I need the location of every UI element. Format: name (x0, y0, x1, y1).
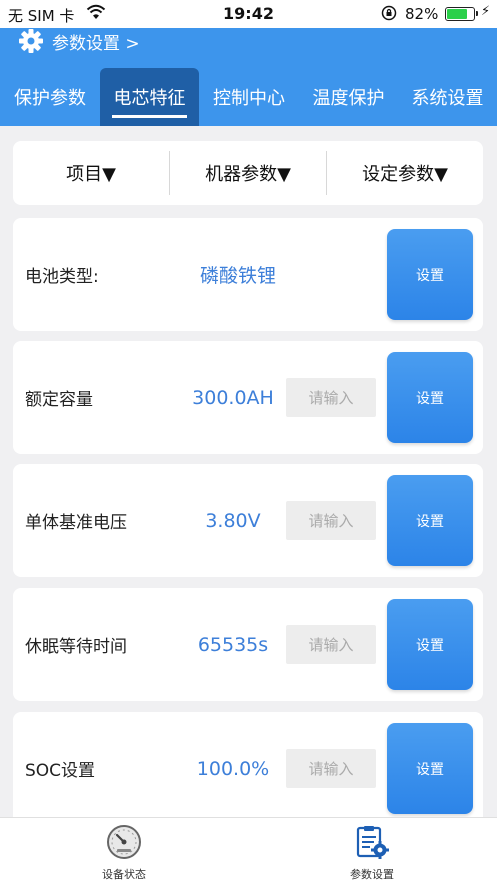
tab-label: 保护参数 (14, 88, 86, 109)
row-label: 休眠等待时间 (25, 637, 127, 657)
battery-icon (445, 7, 478, 21)
row-label: 电池类型: (25, 267, 99, 287)
tab-label: 系统设置 (411, 88, 484, 109)
nav-device-status[interactable]: 设备状态 (64, 818, 184, 883)
battery-percent: 82% (405, 5, 439, 23)
column-item-sort[interactable]: 项目▼ (13, 160, 169, 186)
nav-label: 参数设置 (350, 868, 394, 881)
column-header: 项目▼ 机器参数▼ 设定参数▼ (13, 141, 483, 205)
tab-bar: 保护参数 电芯特征 控制中心 温度保护 系统设置 (0, 68, 497, 126)
rotation-lock-icon (381, 5, 397, 25)
speedometer-icon (107, 825, 141, 859)
gear-icon (19, 29, 43, 53)
nav-label: 设备状态 (102, 868, 146, 881)
clipboard-gear-icon (356, 826, 389, 859)
tab-cell-characteristics[interactable]: 电芯特征 (100, 68, 199, 126)
row-soc-setting: SOC设置 100.0% 设置 (13, 712, 483, 825)
tab-label: 控制中心 (213, 88, 285, 109)
tab-label: 温度保护 (312, 88, 385, 109)
column-set-param-sort[interactable]: 设定参数▼ (327, 160, 483, 186)
row-machine-value: 100.0% (196, 757, 270, 780)
breadcrumb-label: 参数设置 > (52, 33, 140, 54)
battery-fill (447, 9, 467, 19)
row-machine-value: 3.80V (205, 509, 261, 532)
row-label: 单体基准电压 (25, 513, 127, 533)
row-battery-type: 电池类型: 磷酸铁锂 设置 (13, 218, 483, 331)
row-machine-value: 磷酸铁锂 (199, 265, 276, 287)
bottom-nav: 设备状态 参数设置 (0, 817, 497, 883)
charging-icon: ⚡ (481, 4, 491, 19)
set-button[interactable]: 设置 (387, 352, 473, 443)
tab-label: 电芯特征 (113, 88, 186, 109)
tab-control-center[interactable]: 控制中心 (199, 68, 299, 126)
row-input[interactable] (286, 378, 376, 417)
set-button[interactable]: 设置 (387, 599, 473, 690)
row-input[interactable] (286, 749, 376, 788)
set-button[interactable]: 设置 (387, 475, 473, 566)
tab-protection-params[interactable]: 保护参数 (0, 68, 100, 126)
status-bar: 无 SIM 卡 19:42 82% ⚡ (0, 0, 497, 28)
row-input[interactable] (286, 625, 376, 664)
set-button[interactable]: 设置 (387, 723, 473, 814)
tab-temperature-protection[interactable]: 温度保护 (299, 68, 398, 126)
breadcrumb[interactable]: 参数设置 > (18, 28, 140, 54)
nav-parameter-settings[interactable]: 参数设置 (312, 818, 432, 883)
row-machine-value: 65535s (197, 633, 269, 656)
row-input[interactable] (286, 501, 376, 540)
column-machine-param-sort[interactable]: 机器参数▼ (170, 160, 326, 186)
set-button[interactable]: 设置 (387, 229, 473, 320)
header: 参数设置 > 保护参数 电芯特征 控制中心 温度保护 系统设置 (0, 28, 497, 126)
row-label: 额定容量 (25, 390, 93, 410)
row-sleep-wait-time: 休眠等待时间 65535s 设置 (13, 588, 483, 701)
row-cell-reference-voltage: 单体基准电压 3.80V 设置 (13, 464, 483, 577)
row-label: SOC设置 (25, 761, 96, 781)
row-rated-capacity: 额定容量 300.0AH 设置 (13, 341, 483, 454)
tab-system-settings[interactable]: 系统设置 (398, 68, 497, 126)
row-machine-value: 300.0AH (192, 386, 274, 409)
